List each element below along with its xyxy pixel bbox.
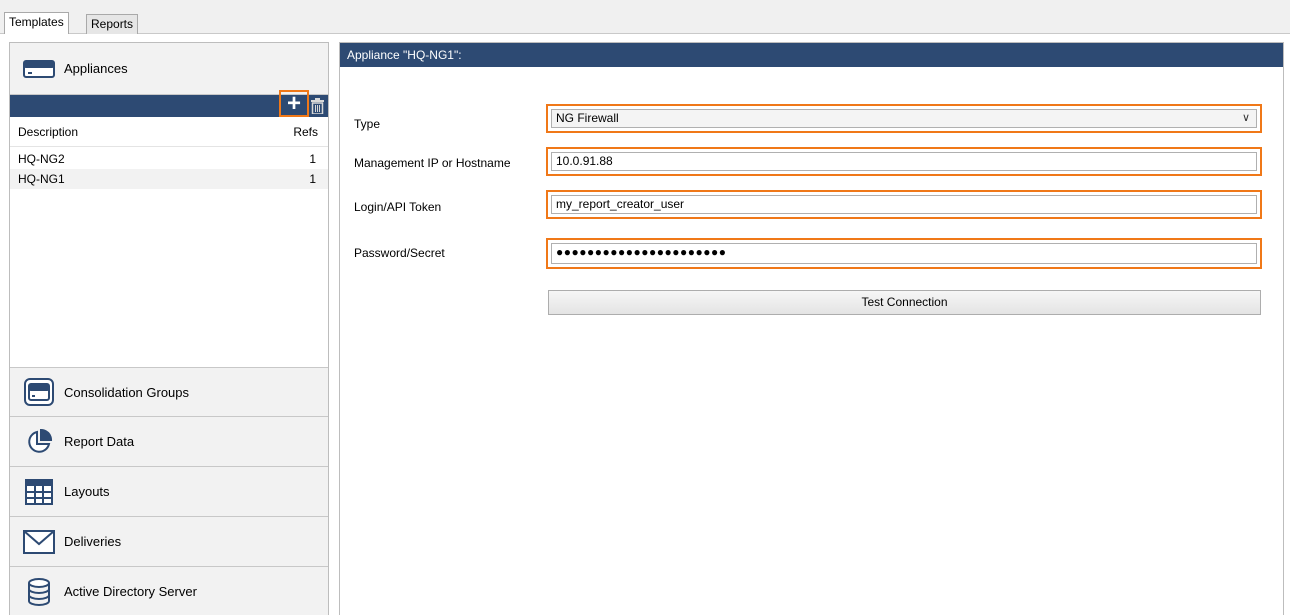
list-item-description: HQ-NG2 [18, 152, 65, 166]
sidebar-section-label: Report Data [64, 434, 135, 449]
login-label: Login/API Token [354, 200, 442, 214]
type-select[interactable]: NG Firewall ∨ [546, 104, 1262, 133]
database-icon [22, 577, 56, 607]
sidebar-section-label: Appliances [64, 61, 128, 76]
delete-appliance-button[interactable] [309, 97, 325, 115]
appliance-icon [22, 54, 56, 84]
sidebar-section-consolidation-groups[interactable]: Consolidation Groups [10, 367, 328, 417]
sidebar-section-label: Consolidation Groups [64, 384, 190, 400]
sidebar: Appliances + Description Refs HQ-NG2 1 H… [9, 42, 329, 615]
tab-templates[interactable]: Templates [4, 12, 69, 34]
password-label: Password/Secret [354, 246, 445, 260]
sidebar-section-label: Layouts [64, 484, 110, 499]
password-field[interactable]: ●●●●●●●●●●●●●●●●●●●●●● [546, 238, 1262, 269]
management-ip-input[interactable]: 10.0.91.88 [551, 152, 1257, 171]
sidebar-section-appliances[interactable]: Appliances [10, 43, 328, 95]
list-header: Description Refs [10, 117, 328, 147]
list-item-refs: 1 [309, 152, 316, 166]
list-item[interactable]: HQ-NG1 1 [10, 169, 328, 189]
management-ip-label: Management IP or Hostname [354, 156, 511, 170]
sidebar-section-label: Deliveries [64, 534, 122, 549]
chevron-down-icon[interactable]: ∨ [1242, 110, 1250, 127]
tab-bar-divider [0, 33, 1290, 34]
panel-title: Appliance "HQ-NG1": [340, 43, 1283, 67]
list-item-refs: 1 [309, 172, 316, 186]
type-label: Type [354, 117, 381, 131]
test-connection-button[interactable]: Test Connection [548, 290, 1261, 315]
tab-bar: Templates Reports [0, 0, 1290, 34]
sidebar-section-layouts[interactable]: Layouts [10, 467, 328, 517]
plus-icon: + [286, 89, 301, 117]
column-header-refs[interactable]: Refs [293, 125, 318, 139]
sidebar-section-deliveries[interactable]: Deliveries [10, 517, 328, 567]
sidebar-section-active-directory-server[interactable]: Active Directory Server [10, 567, 328, 615]
type-select-box[interactable]: NG Firewall ∨ [551, 109, 1257, 128]
grid-layout-icon [22, 477, 56, 507]
appliance-group-icon [22, 377, 56, 407]
list-item-description: HQ-NG1 [18, 172, 65, 186]
login-field[interactable]: my_report_creator_user [546, 190, 1262, 219]
sidebar-section-report-data[interactable]: Report Data [10, 417, 328, 467]
envelope-icon [22, 527, 56, 557]
column-header-description[interactable]: Description [18, 125, 78, 139]
list-item[interactable]: HQ-NG2 1 [10, 149, 328, 169]
password-input[interactable]: ●●●●●●●●●●●●●●●●●●●●●● [551, 243, 1257, 264]
tab-reports[interactable]: Reports [86, 14, 139, 34]
pie-chart-icon [22, 427, 56, 457]
login-input[interactable]: my_report_creator_user [551, 195, 1257, 214]
trash-icon [310, 98, 324, 114]
type-select-value: NG Firewall [556, 111, 619, 125]
management-ip-field[interactable]: 10.0.91.88 [546, 147, 1262, 176]
appliance-detail-panel: Appliance "HQ-NG1": Type NG Firewall ∨ M… [339, 42, 1284, 615]
sidebar-section-label: Active Directory Server [64, 584, 197, 599]
add-appliance-button[interactable]: + [279, 90, 309, 117]
list-toolbar: + [10, 90, 328, 117]
